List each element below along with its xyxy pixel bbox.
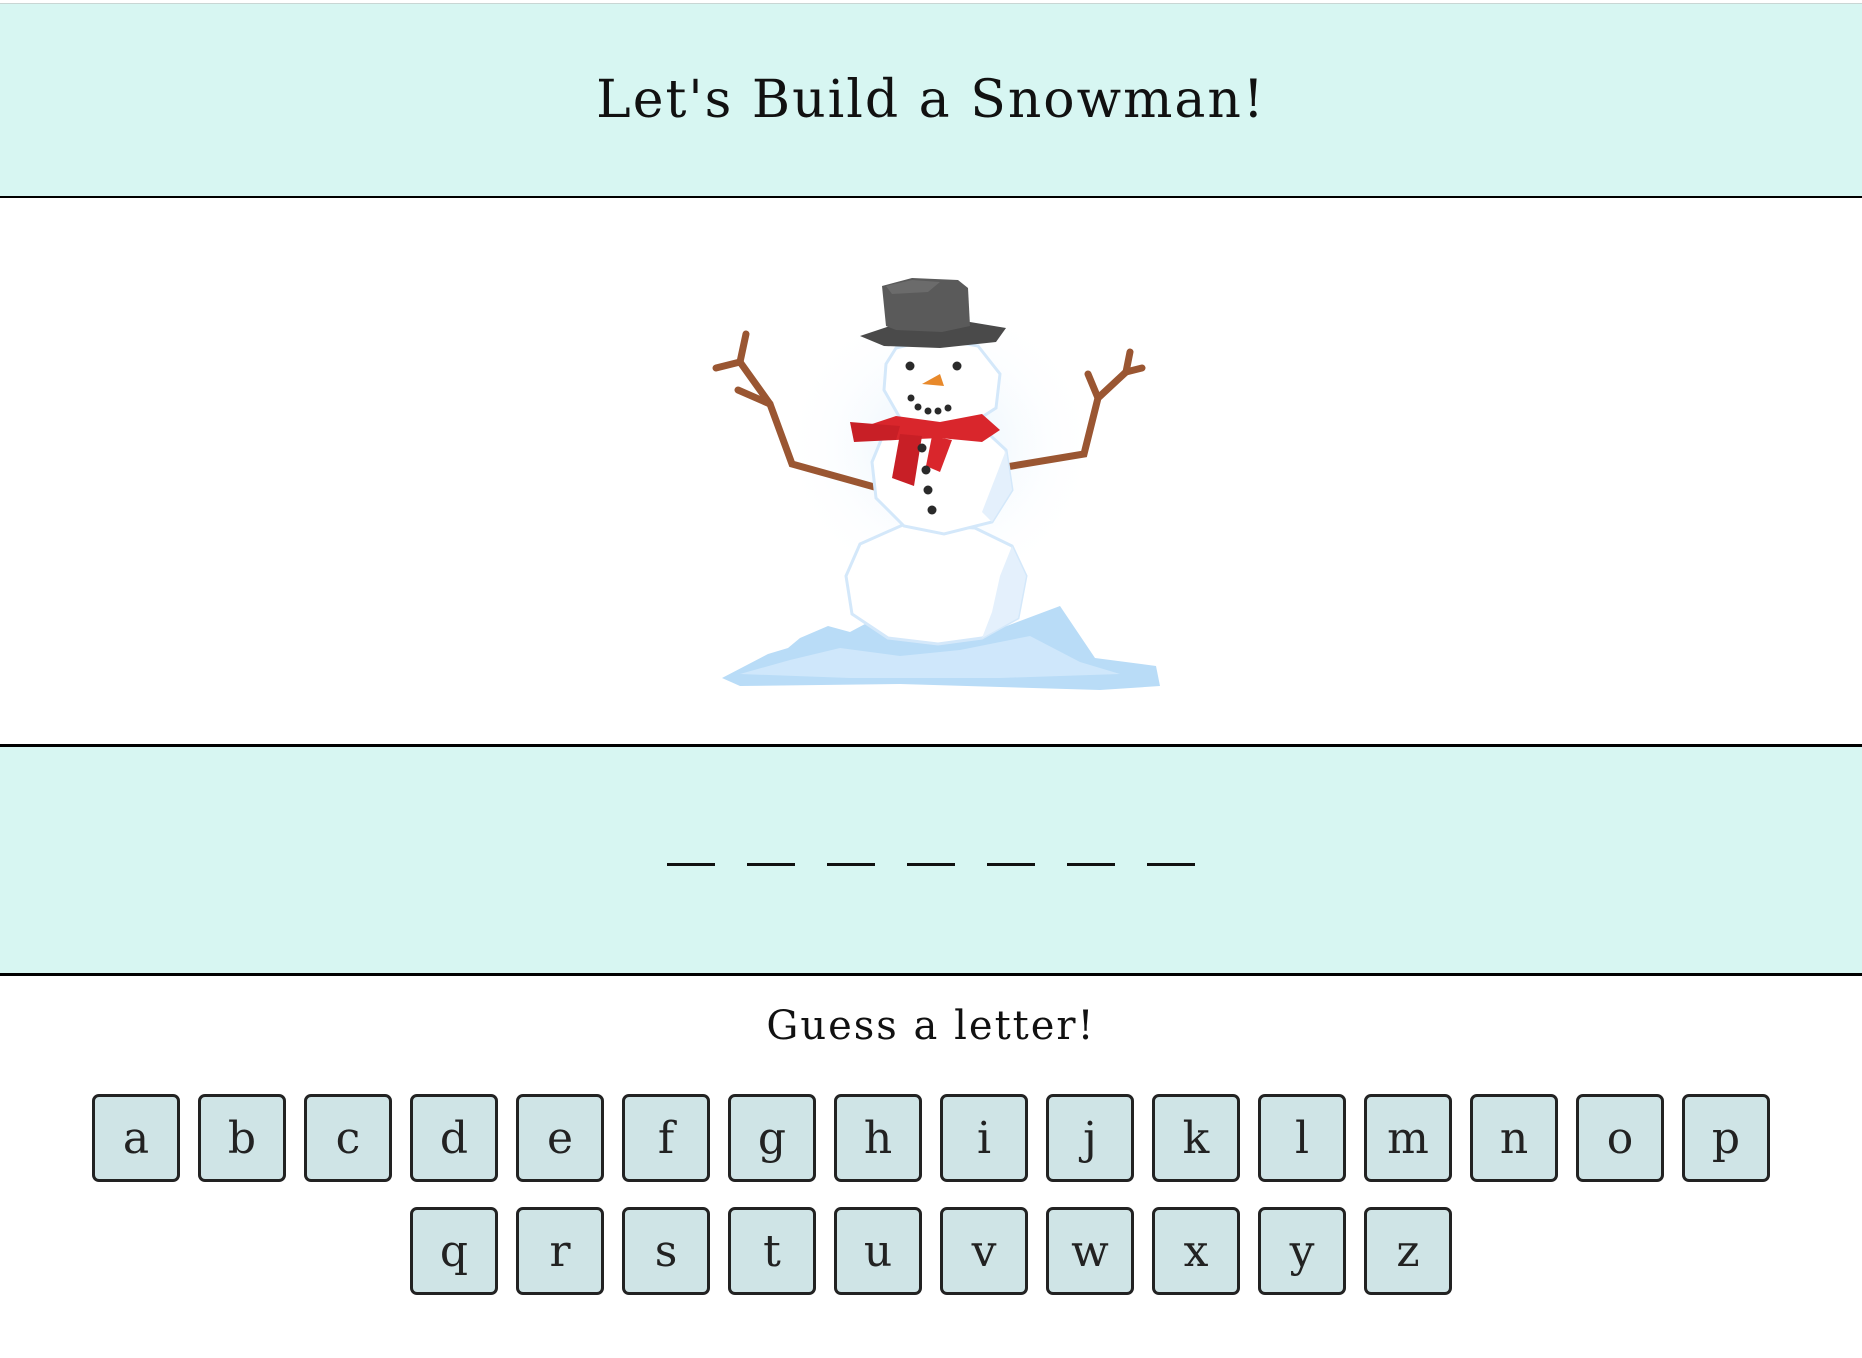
letter-key-a[interactable]: a <box>92 1094 180 1182</box>
letter-blank <box>1067 853 1115 866</box>
letter-key-f[interactable]: f <box>622 1094 710 1182</box>
letter-key-c[interactable]: c <box>304 1094 392 1182</box>
letter-blank <box>827 853 875 866</box>
header-bar: Let's Build a Snowman! <box>0 3 1862 199</box>
letter-blank <box>987 853 1035 866</box>
letter-key-p[interactable]: p <box>1682 1094 1770 1182</box>
letter-key-s[interactable]: s <box>622 1207 710 1295</box>
letter-key-z[interactable]: z <box>1364 1207 1452 1295</box>
letter-key-u[interactable]: u <box>834 1207 922 1295</box>
letter-key-v[interactable]: v <box>940 1207 1028 1295</box>
letter-key-y[interactable]: y <box>1258 1207 1346 1295</box>
guess-prompt: Guess a letter! <box>766 1003 1096 1049</box>
snowman-illustration <box>712 278 1160 690</box>
word-blanks <box>0 853 1862 866</box>
letter-key-q[interactable]: q <box>410 1207 498 1295</box>
letter-key-e[interactable]: e <box>516 1094 604 1182</box>
letter-key-j[interactable]: j <box>1046 1094 1134 1182</box>
letter-key-l[interactable]: l <box>1258 1094 1346 1182</box>
keyboard-row-2: qrstuvwxyz <box>0 1207 1862 1295</box>
letter-key-i[interactable]: i <box>940 1094 1028 1182</box>
letter-blank <box>667 853 715 866</box>
right-eye <box>952 361 962 371</box>
letter-blank <box>747 853 795 866</box>
letter-key-r[interactable]: r <box>516 1207 604 1295</box>
letter-blank <box>907 853 955 866</box>
letter-key-t[interactable]: t <box>728 1207 816 1295</box>
left-eye <box>905 361 915 371</box>
word-panel <box>0 744 1862 976</box>
letter-key-x[interactable]: x <box>1152 1207 1240 1295</box>
letter-key-n[interactable]: n <box>1470 1094 1558 1182</box>
page-title: Let's Build a Snowman! <box>596 70 1266 130</box>
letter-blank <box>1147 853 1195 866</box>
letter-key-d[interactable]: d <box>410 1094 498 1182</box>
letter-key-k[interactable]: k <box>1152 1094 1240 1182</box>
letter-key-m[interactable]: m <box>1364 1094 1452 1182</box>
letter-key-w[interactable]: w <box>1046 1207 1134 1295</box>
keyboard-row-1: abcdefghijklmnop <box>0 1094 1862 1182</box>
snowman-stage <box>0 198 1862 744</box>
letter-key-b[interactable]: b <box>198 1094 286 1182</box>
letter-key-g[interactable]: g <box>728 1094 816 1182</box>
letter-key-o[interactable]: o <box>1576 1094 1664 1182</box>
letter-key-h[interactable]: h <box>834 1094 922 1182</box>
